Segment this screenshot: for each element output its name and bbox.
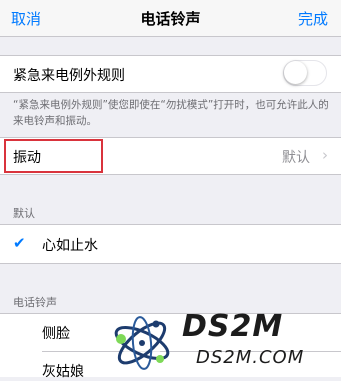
highlight-box — [4, 139, 103, 173]
toggle-knob — [284, 61, 307, 84]
emergency-bypass-label: 紧急来电例外规则 — [13, 68, 125, 84]
default-section-header: 默认 — [13, 207, 35, 220]
list-item[interactable]: 侧脸 — [42, 323, 70, 343]
ringtone-section-header: 电话铃声 — [13, 296, 57, 309]
list-item[interactable]: 灰姑娘 — [42, 361, 84, 381]
watermark-logo-text: DS2M — [182, 309, 284, 344]
list-item[interactable]: 心如止水 — [0, 225, 341, 263]
checkmark-icon: ✔ — [13, 234, 26, 252]
watermark: DS2M DS2M.COM — [110, 309, 341, 377]
divider — [0, 92, 341, 93]
nav-divider — [0, 36, 341, 37]
emergency-bypass-toggle[interactable] — [283, 60, 327, 86]
divider — [0, 263, 341, 264]
done-button[interactable]: 完成 — [298, 8, 328, 29]
ringtone-label: 心如止水 — [42, 238, 98, 254]
navigation-bar: 取消 电话铃声 完成 — [0, 0, 341, 36]
page-title: 电话铃声 — [140, 10, 201, 28]
divider — [0, 174, 341, 175]
chevron-right-icon: › — [322, 146, 328, 164]
atom-logo-icon — [114, 316, 170, 370]
emergency-bypass-footnote: “紧急来电例外规则”使您即使在“勿扰模式”打开时，也可允许此人的来电铃声和振动。 — [13, 99, 329, 127]
vibration-value: 默认 — [282, 150, 310, 166]
watermark-domain-text: DS2M.COM — [196, 347, 305, 368]
